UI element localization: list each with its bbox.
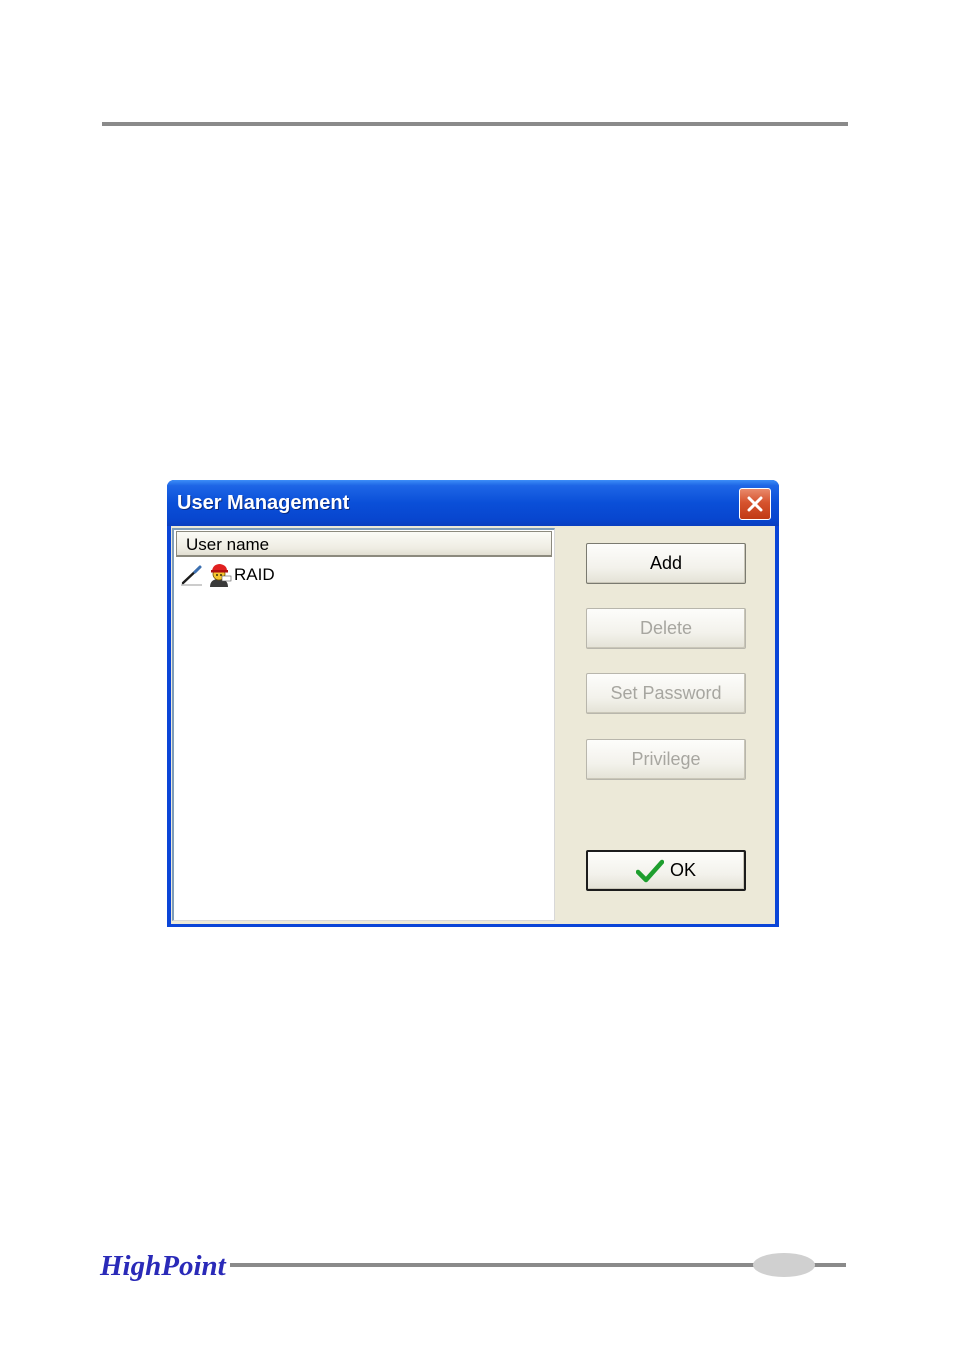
list-item[interactable]: RAID — [180, 562, 550, 588]
close-icon — [747, 496, 763, 512]
window-title: User Management — [177, 492, 350, 514]
user-icon — [210, 564, 232, 587]
privilege-button[interactable]: Privilege — [586, 739, 746, 780]
title-bar[interactable]: User Management — [167, 480, 779, 526]
set-password-button[interactable]: Set Password — [586, 673, 746, 714]
column-header-label: User name — [186, 535, 270, 554]
brand-logo-text: HighPoint — [99, 1250, 227, 1282]
checkmark-icon — [635, 859, 664, 882]
dialog-body: User name RAID Add Delete Set Password P… — [171, 526, 775, 924]
ok-button[interactable]: OK — [586, 850, 746, 891]
delete-button[interactable]: Delete — [586, 608, 746, 649]
add-button[interactable]: Add — [586, 543, 746, 584]
user-management-dialog: User Management User name RAID Add Delet… — [167, 480, 779, 927]
list-item-label: RAID — [234, 565, 275, 584]
top-divider — [102, 122, 848, 126]
user-list[interactable]: User name RAID — [172, 528, 555, 921]
pen-icon — [181, 565, 202, 586]
brand-logo: HighPoint — [99, 1250, 227, 1282]
page-number-badge — [753, 1253, 815, 1277]
column-header-user-name[interactable]: User name — [176, 531, 552, 557]
ok-button-label: OK — [669, 860, 696, 880]
close-button[interactable] — [739, 488, 771, 520]
